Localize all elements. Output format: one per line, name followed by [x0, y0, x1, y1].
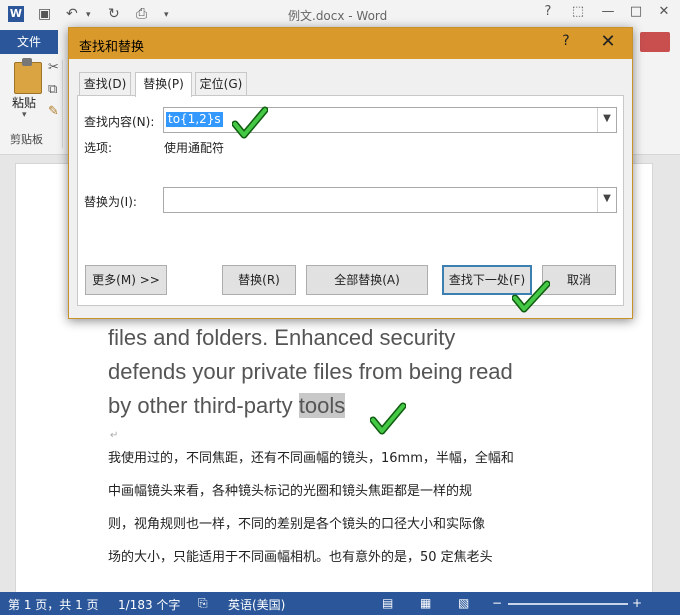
english-paragraph: files and folders. Enhanced security def… [108, 321, 578, 423]
replace-all-button[interactable]: 全部替换(A) [306, 265, 428, 295]
replace-button[interactable]: 替换(R) [222, 265, 296, 295]
chinese-line: 则，视角规则也一样，不同的差别是各个镜头的口径大小和实际像 [108, 517, 486, 532]
proofing-icon[interactable]: ⎘ [198, 596, 208, 611]
english-line: files and folders. Enhanced security [108, 325, 456, 350]
zoom-in-icon[interactable]: + [632, 596, 642, 610]
paste-button-label[interactable]: 粘贴 [12, 94, 36, 111]
paste-icon[interactable] [14, 58, 42, 94]
find-replace-dialog: 查找和替换 ? ✕ 查找(D) 替换(P) 定位(G) 查找内容(N): to{… [68, 27, 633, 319]
word-app-icon[interactable]: W [8, 6, 24, 22]
maximize-icon[interactable]: □ [624, 4, 648, 24]
options-label: 选项: [84, 141, 113, 155]
dialog-close-icon[interactable]: ✕ [596, 31, 620, 52]
chinese-line: 中画幅镜头来看，各种镜头标记的光圈和镜头焦距都是一样的规 [108, 484, 473, 499]
options-value: 使用通配符 [164, 141, 225, 155]
paragraph-mark-icon: ↵ [110, 430, 119, 441]
clipboard-group-label: 剪贴板 [10, 133, 43, 146]
chinese-line: 场的大小，只能适用于不同画幅相机。也有意外的是，50 定焦老头 [108, 550, 493, 565]
replace-tab-panel: 查找内容(N): to{1,2}s ▼ 选项: 使用通配符 替换为(I): ▼ … [77, 95, 624, 306]
account-avatar[interactable] [640, 32, 670, 52]
dialog-title-bar[interactable]: 查找和替换 ? ✕ [69, 28, 632, 59]
replace-with-combobox[interactable]: ▼ [163, 187, 617, 213]
replace-with-label: 替换为(I): [84, 195, 137, 209]
tab-goto[interactable]: 定位(G) [195, 72, 247, 96]
save-icon[interactable]: ▣ [38, 6, 51, 22]
ribbon-separator [62, 60, 63, 148]
print-layout-icon[interactable]: ▦ [420, 596, 431, 610]
paste-dropdown-icon[interactable]: ▾ [22, 110, 27, 120]
print-preview-icon[interactable]: ⎙ [136, 6, 147, 22]
english-line-prefix: by other third-party [108, 393, 299, 418]
find-what-input[interactable]: to{1,2}s [166, 112, 223, 127]
redo-icon[interactable]: ↻ [108, 6, 120, 22]
undo-icon[interactable]: ↶ [66, 6, 78, 22]
language-indicator[interactable]: 英语(美国) [228, 596, 285, 613]
web-layout-icon[interactable]: ▧ [458, 596, 469, 610]
search-match-highlight: tools [298, 393, 346, 418]
checkmark-icon [370, 402, 406, 435]
zoom-out-icon[interactable]: − [492, 596, 502, 610]
chevron-down-icon[interactable]: ▼ [597, 188, 616, 212]
read-mode-icon[interactable]: ▤ [382, 596, 393, 610]
word-count[interactable]: 1/183 个字 [118, 596, 180, 613]
customize-toolbar-icon[interactable]: ▾ [164, 10, 169, 20]
ribbon-display-icon[interactable]: ⬚ [566, 4, 590, 24]
file-tab[interactable]: 文件 [0, 30, 58, 54]
help-icon[interactable]: ? [536, 4, 560, 24]
page-count[interactable]: 第 1 页，共 1 页 [8, 596, 99, 613]
zoom-slider[interactable] [508, 603, 628, 605]
dialog-help-icon[interactable]: ? [556, 33, 576, 49]
format-painter-icon[interactable]: ✎ [48, 104, 59, 119]
document-title: 例文.docx - Word [288, 9, 388, 23]
tab-replace[interactable]: 替换(P) [135, 72, 192, 97]
chinese-paragraph: 我使用过的，不同焦距，还有不同画幅的镜头，16mm，半幅，全幅和 中画幅镜头来看… [108, 442, 568, 574]
cancel-button[interactable]: 取消 [542, 265, 616, 295]
tab-find[interactable]: 查找(D) [79, 72, 131, 96]
chinese-line: 我使用过的，不同焦距，还有不同画幅的镜头，16mm，半幅，全幅和 [108, 451, 514, 466]
dialog-title: 查找和替换 [79, 40, 145, 55]
status-bar: 第 1 页，共 1 页 1/183 个字 ⎘ 英语(美国) ▤ ▦ ▧ − + [0, 592, 680, 615]
copy-icon[interactable]: ⧉ [48, 82, 57, 97]
undo-dropdown-icon[interactable]: ▾ [86, 10, 91, 20]
chevron-down-icon[interactable]: ▼ [597, 108, 616, 132]
close-window-icon[interactable]: ✕ [652, 4, 676, 24]
english-line-last: by other third-party tools [108, 389, 578, 423]
checkmark-icon [232, 106, 268, 139]
find-what-label: 查找内容(N): [84, 115, 155, 129]
checkmark-icon [512, 280, 550, 313]
cut-icon[interactable]: ✂ [48, 60, 59, 75]
english-line: defends your private files from being re… [108, 359, 513, 384]
more-button[interactable]: 更多(M) >> [85, 265, 167, 295]
minimize-icon[interactable]: — [596, 4, 620, 24]
